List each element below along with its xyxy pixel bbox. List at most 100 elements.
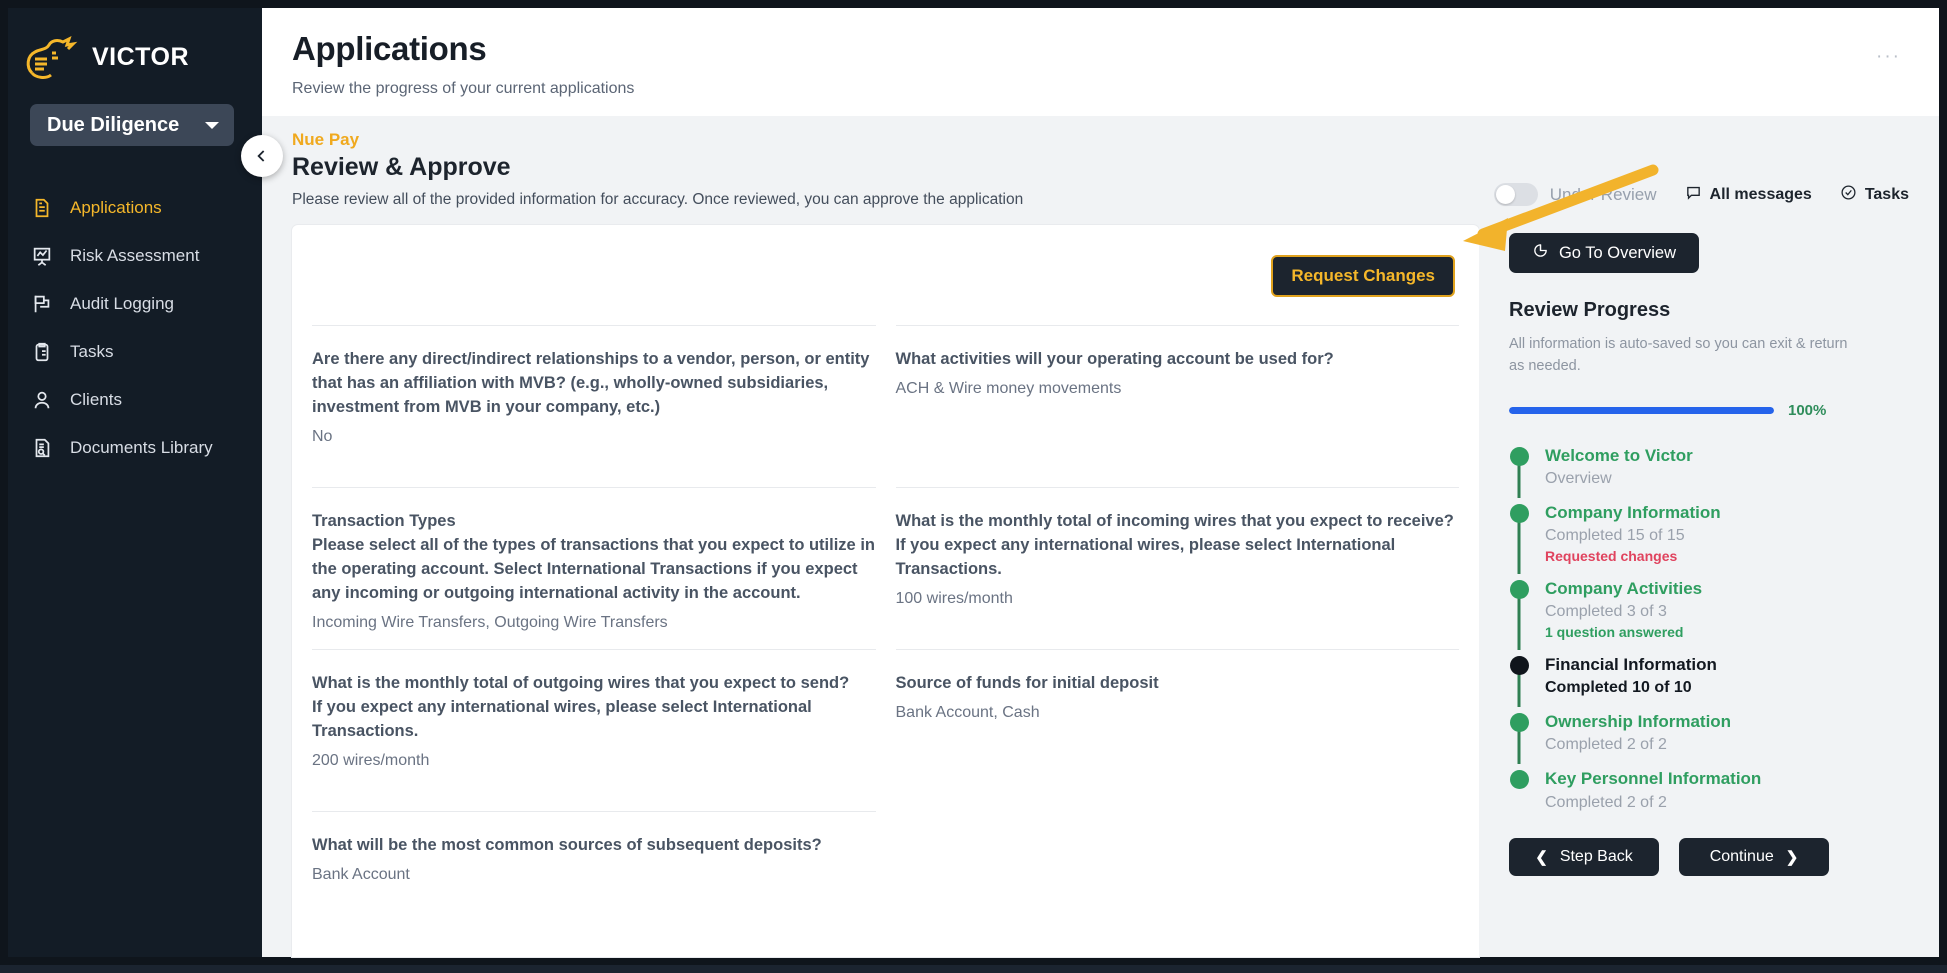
question-text: Are there any direct/indirect relationsh… [312,350,870,416]
sidebar-item-label: Tasks [70,342,114,361]
request-changes-row: Request Changes [312,225,1459,297]
question-placeholder [896,811,1460,973]
step-status: Completed 15 of 15 [1545,527,1685,545]
progress-steps-list: Welcome to Victor Overview Company Infor… [1509,445,1913,812]
pie-chart-icon [1532,242,1549,264]
question-text: Transaction Types Please select all of th… [312,512,875,602]
chat-bubble-icon [1685,184,1702,206]
user-icon [30,388,54,412]
question-item: What will be the most common sources of … [312,811,876,973]
step-status: Completed 3 of 3 [1545,603,1667,621]
step-dot-icon [1509,504,1529,524]
question-answer: 100 wires/month [895,589,1013,607]
content-and-progress: Request Changes Are there any direct/ind… [262,215,1939,957]
document-icon [30,196,54,220]
question-item: Are there any direct/indirect relationsh… [312,325,876,487]
review-progress-title: Review Progress [1509,299,1671,321]
question-item: Transaction Types Please select all of th… [312,487,876,649]
step-name: Company Information [1545,503,1721,523]
step-back-label: Step Back [1559,847,1633,865]
victor-lion-logo-icon [22,33,80,81]
sidebar-item-label: Documents Library [70,438,213,457]
continue-button[interactable]: Continue ❯ [1679,837,1829,876]
flag-icon [30,292,54,316]
application-subheader: Nue Pay Review & Approve Please review a… [262,116,1939,215]
workspace-selector[interactable]: Due Diligence [30,104,234,146]
more-options-icon[interactable]: ··· [1876,46,1901,68]
all-messages-label: All messages [1709,185,1812,203]
step-name: Financial Information [1545,655,1717,675]
step-name: Company Activities [1545,579,1703,599]
review-progress-description: All information is auto-saved so you can… [1509,336,1848,375]
step-dot-icon [1509,713,1529,733]
step-marker [1509,578,1529,651]
question-answer: No [312,427,333,445]
step-note: 1 question answered [1545,624,1684,641]
clipboard-icon [30,340,54,364]
progress-step[interactable]: Ownership Information Completed 2 of 2 [1509,711,1913,768]
sidebar-collapse-button[interactable] [241,135,283,177]
sidebar-item-risk-assessment[interactable]: Risk Assessment [8,232,262,280]
step-name: Key Personnel Information [1545,769,1762,789]
sidebar-item-label: Applications [70,198,162,217]
step-dot-icon [1509,446,1529,466]
progress-step[interactable]: Key Personnel Information Completed 2 of… [1509,768,1913,811]
under-review-toggle[interactable] [1493,183,1538,206]
tasks-label: Tasks [1864,185,1909,203]
step-marker [1509,502,1529,575]
progress-step-current[interactable]: Financial Information Completed 10 of 10 [1509,654,1913,711]
question-text: What activities will your operating acco… [895,350,1334,368]
step-marker [1509,445,1529,499]
under-review-toggle-label: Under Review [1549,184,1657,204]
sidebar-item-audit-logging[interactable]: Audit Logging [8,280,262,328]
chevron-right-icon: ❯ [1785,848,1799,866]
chevron-left-icon [257,150,265,162]
question-item: What activities will your operating acco… [895,325,1459,487]
sidebar: VICTOR Due Diligence Applications Risk A… [8,8,283,957]
questions-grid: Are there any direct/indirect relationsh… [312,325,1459,973]
progress-step[interactable]: Company Information Completed 15 of 15 R… [1509,502,1913,578]
step-dot-icon [1509,770,1529,790]
question-text: Source of funds for initial deposit [895,674,1159,692]
application-step-title: Review & Approve [292,153,511,181]
sidebar-item-label: Audit Logging [70,294,174,313]
progress-bar [1509,406,1774,414]
main-content: Applications Review the progress of your… [262,8,1939,957]
step-marker [1509,768,1529,811]
question-item: What is the monthly total of outgoing wi… [312,649,876,811]
application-subheader-actions: Under Review All messages Tasks [1493,183,1909,209]
brand: VICTOR [8,26,262,82]
question-answer: Bank Account, Cash [895,703,1040,721]
continue-label: Continue [1709,847,1774,865]
sidebar-item-tasks[interactable]: Tasks [8,328,262,376]
progress-step[interactable]: Welcome to Victor Overview [1509,445,1913,502]
request-changes-button[interactable]: Request Changes [1271,255,1455,297]
progress-step[interactable]: Company Activities Completed 3 of 3 1 qu… [1509,578,1913,654]
step-back-button[interactable]: ❮ Step Back [1509,837,1659,876]
question-item: What is the monthly total of incoming wi… [895,487,1459,649]
review-card: Request Changes Are there any direct/ind… [292,225,1479,957]
all-messages-button[interactable]: All messages [1685,184,1812,206]
sidebar-item-documents-library[interactable]: Documents Library [8,424,262,472]
step-dot-icon [1509,656,1529,676]
tasks-button[interactable]: Tasks [1840,184,1909,206]
step-name: Ownership Information [1545,712,1732,732]
question-item: Source of funds for initial deposit Bank… [895,649,1459,811]
chart-board-icon [30,244,54,268]
application-step-description: Please review all of the provided inform… [292,191,1024,208]
sidebar-item-applications[interactable]: Applications [8,184,262,232]
question-answer: ACH & Wire money movements [895,379,1122,397]
sidebar-item-clients[interactable]: Clients [8,376,262,424]
chevron-down-icon [205,121,219,129]
step-status: Overview [1545,470,1612,488]
question-answer: 200 wires/month [312,751,430,769]
step-status: Completed 2 of 2 [1545,736,1667,754]
app-window: VICTOR Due Diligence Applications Risk A… [0,0,1947,965]
question-text: What is the monthly total of outgoing wi… [312,674,850,740]
question-text: What is the monthly total of incoming wi… [895,512,1454,578]
workspace-selector-label: Due Diligence [47,113,180,136]
page-title: Applications [292,30,487,67]
go-to-overview-label: Go To Overview [1558,243,1677,262]
go-to-overview-button[interactable]: Go To Overview [1509,233,1699,273]
question-answer: Incoming Wire Transfers, Outgoing Wire T… [312,613,668,631]
